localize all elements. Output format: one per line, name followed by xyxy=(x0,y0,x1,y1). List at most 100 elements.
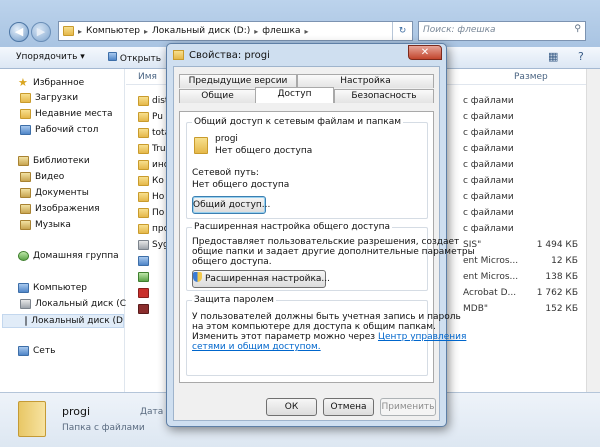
folder-icon xyxy=(138,111,149,122)
help-icon[interactable]: ? xyxy=(578,50,584,63)
sidebar-label: Компьютер xyxy=(33,283,87,293)
advanced-sharing-label: Расширенная настройка... xyxy=(205,274,330,284)
sidebar-item-recent[interactable]: Недавние места xyxy=(20,109,113,119)
explorer-titlebar: ◀ ▶ ▸ Компьютер ▸ Локальный диск (D:) ▸ … xyxy=(0,0,600,47)
music-icon xyxy=(20,220,31,230)
star-icon: ★ xyxy=(18,76,28,89)
sidebar-label: Музыка xyxy=(35,220,71,230)
uac-shield-icon xyxy=(193,272,202,282)
column-size[interactable]: Размер xyxy=(514,72,548,82)
sidebar-label: Сеть xyxy=(33,346,56,356)
sidebar-item-music[interactable]: Музыка xyxy=(20,220,71,230)
breadcrumb-computer[interactable]: Компьютер xyxy=(86,26,140,36)
drive-icon xyxy=(20,299,31,309)
forward-button[interactable]: ▶ xyxy=(31,22,51,42)
tab-general[interactable]: Общие xyxy=(179,89,256,103)
network-center-link[interactable]: Центр управления xyxy=(378,332,466,342)
open-button[interactable]: Открыть xyxy=(108,52,161,64)
sidebar-label: Загрузки xyxy=(35,93,79,103)
sidebar-item-disk-c[interactable]: Локальный диск (C xyxy=(20,299,126,309)
column-name[interactable]: Имя xyxy=(138,72,157,82)
close-button[interactable]: ✕ xyxy=(408,45,442,60)
pdf-icon xyxy=(138,287,149,298)
chevron-right-icon: ▸ xyxy=(254,26,259,36)
documents-icon xyxy=(20,188,31,198)
sidebar-item-desktop[interactable]: Рабочий стол xyxy=(20,125,98,135)
sidebar-label: Изображения xyxy=(35,204,100,214)
dialog-body: Предыдущие версии Настройка Общие Доступ… xyxy=(173,66,475,421)
libraries-icon xyxy=(18,156,29,166)
sidebar-item-documents[interactable]: Документы xyxy=(20,188,89,198)
sidebar-item-downloads[interactable]: Загрузки xyxy=(20,93,78,103)
cancel-button[interactable]: Отмена xyxy=(323,398,374,416)
word-document-icon xyxy=(138,255,149,266)
search-icon: ⚲ xyxy=(574,24,581,34)
sidebar-label: Локальный диск (D xyxy=(31,316,123,326)
sidebar-item-images[interactable]: Изображения xyxy=(20,204,100,214)
folder-icon xyxy=(138,207,149,218)
file-size: 138 КБ xyxy=(545,271,578,282)
sidebar-item-homegroup[interactable]: Домашняя группа xyxy=(18,251,119,261)
sidebar-item-video[interactable]: Видео xyxy=(20,172,64,182)
drive-icon xyxy=(25,316,28,326)
folder-icon xyxy=(138,191,149,202)
ok-button[interactable]: ОК xyxy=(266,398,317,416)
tab-customize[interactable]: Настройка xyxy=(297,74,434,88)
vertical-scrollbar[interactable] xyxy=(586,69,600,392)
excel-document-icon xyxy=(138,271,149,282)
organize-button[interactable]: Упорядочить ▾ xyxy=(16,52,85,62)
tab-sharing[interactable]: Доступ xyxy=(255,87,334,103)
breadcrumb-disk-d[interactable]: Локальный диск (D:) xyxy=(152,26,250,36)
breadcrumb-flash[interactable]: флешка xyxy=(262,26,300,36)
dialog-title: Свойства: progi xyxy=(189,50,270,61)
sidebar-item-libraries[interactable]: Библиотеки xyxy=(18,156,90,166)
folder-icon xyxy=(194,137,208,154)
sidebar-label: Видео xyxy=(35,172,65,182)
group-title: Защита паролем xyxy=(192,295,276,305)
view-icon[interactable]: ▦ xyxy=(548,50,558,63)
refresh-icon[interactable]: ↻ xyxy=(392,22,412,40)
password-description-line: У пользователей должны быть учетная запи… xyxy=(192,312,461,322)
folder-icon xyxy=(63,26,74,36)
file-type: с файлами xyxy=(463,127,514,138)
advanced-description-line: общего доступа. xyxy=(192,257,272,267)
network-path-value: Нет общего доступа xyxy=(192,180,290,190)
images-icon xyxy=(20,204,31,214)
advanced-description-line: общие папки и задает другие дополнительн… xyxy=(192,247,475,257)
advanced-sharing-group: Расширенная настройка общего доступа Пре… xyxy=(186,222,475,291)
apply-button[interactable]: Применить xyxy=(380,398,436,416)
network-center-link-continued[interactable]: сетями и общим доступом. xyxy=(192,342,321,352)
sidebar-label: Локальный диск (C xyxy=(35,299,127,309)
search-input[interactable]: Поиск: флешка ⚲ xyxy=(418,21,586,41)
password-description-line: Изменить этот параметр можно через Центр… xyxy=(192,332,466,342)
folder-icon xyxy=(138,127,149,138)
search-placeholder: Поиск: флешка xyxy=(423,25,496,35)
share-button[interactable]: Общий доступ... xyxy=(192,196,270,214)
sharing-panel: Общий доступ к сетевым файлам и папкам p… xyxy=(179,111,475,383)
password-description-text: Изменить этот параметр можно через xyxy=(192,332,378,342)
chevron-right-icon: ▸ xyxy=(143,26,148,36)
access-database-icon xyxy=(138,303,149,314)
folder-icon xyxy=(18,401,46,437)
folder-icon xyxy=(138,223,149,234)
open-icon xyxy=(108,52,117,61)
file-type: с файлами xyxy=(463,159,514,170)
file-type: с файлами xyxy=(463,191,514,202)
sidebar-label: Избранное xyxy=(33,78,85,88)
sidebar-item-disk-d[interactable]: Локальный диск (D xyxy=(2,314,124,328)
folder-icon xyxy=(138,175,149,186)
properties-dialog: Свойства: progi ✕ Предыдущие версии Наст… xyxy=(166,43,475,427)
advanced-sharing-button[interactable]: Расширенная настройка... xyxy=(192,270,330,288)
sidebar-item-network[interactable]: Сеть xyxy=(18,346,55,356)
desktop-icon xyxy=(20,125,31,135)
tab-previous-versions[interactable]: Предыдущие версии xyxy=(179,74,297,88)
file-type: с файлами xyxy=(463,207,514,218)
back-button[interactable]: ◀ xyxy=(9,22,29,42)
tab-security[interactable]: Безопасность xyxy=(334,89,434,103)
sidebar-item-favorites[interactable]: ★ Избранное xyxy=(18,77,84,89)
address-bar[interactable]: ▸ Компьютер ▸ Локальный диск (D:) ▸ флеш… xyxy=(58,21,413,41)
recent-places-icon xyxy=(20,109,31,119)
chevron-right-icon: ▸ xyxy=(78,26,83,36)
sidebar-item-computer[interactable]: Компьютер xyxy=(18,283,87,293)
homegroup-icon xyxy=(18,251,29,261)
